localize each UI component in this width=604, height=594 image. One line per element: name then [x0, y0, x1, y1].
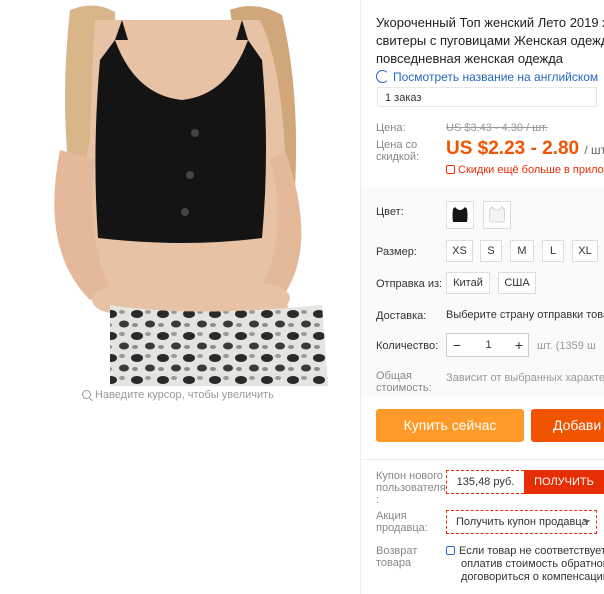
size-option-m[interactable]: M	[510, 240, 534, 262]
discount-price-value: US $2.23 - 2.80	[446, 138, 580, 159]
color-label: Цвет:	[376, 206, 404, 218]
size-option-xl[interactable]: XL	[572, 240, 598, 262]
product-title-line: повседневная женская одежда	[376, 51, 564, 66]
product-title-line: свитеры с пуговицами Женская одежда	[376, 33, 604, 48]
product-main-image[interactable]	[0, 0, 360, 386]
translate-link-text: Посмотреть название на английском	[393, 70, 599, 84]
price-unit: / шт.	[584, 143, 604, 157]
quantity-stepper: − 1 +	[446, 333, 529, 357]
buy-now-button[interactable]: Купить сейчас	[376, 409, 524, 442]
size-label: Размер:	[376, 246, 417, 258]
delivery-value[interactable]: Выберите страну отправки товар	[446, 309, 604, 321]
app-discount-text: Скидки ещё больше в прилож	[458, 164, 604, 176]
orders-count: 1 заказ	[377, 87, 597, 107]
divider	[361, 459, 604, 460]
color-option-white[interactable]	[483, 201, 511, 229]
product-title: Укороченный Топ женский Лето 2019 ж свит…	[376, 14, 604, 68]
color-option-black[interactable]	[446, 201, 474, 229]
original-price: US $3.43 - 4.30 / шт.	[446, 122, 548, 134]
stock-available: шт. (1359 ш	[537, 340, 596, 352]
app-discount-icon	[446, 165, 455, 174]
zoom-hint-text: Наведите курсор, чтобы увеличить	[95, 389, 274, 401]
app-discount-link[interactable]: Скидки ещё больше в прилож	[446, 164, 604, 176]
quantity-label: Количество:	[376, 340, 439, 352]
seller-promo-label: Акция продавца:	[376, 510, 428, 534]
add-to-cart-button[interactable]: Добави	[531, 409, 604, 442]
delivery-label: Доставка:	[376, 310, 427, 322]
translate-title-link[interactable]: Посмотреть название на английском	[376, 70, 598, 84]
product-title-line: Укороченный Топ женский Лето 2019 ж	[376, 15, 604, 30]
translate-icon	[376, 70, 389, 83]
quantity-increase-button[interactable]: +	[510, 334, 528, 356]
zoom-hint: Наведите курсор, чтобы увеличить	[82, 389, 274, 401]
returns-label: Возврат товара	[376, 545, 418, 569]
chevron-down-icon	[584, 520, 590, 524]
total-value: Зависит от выбранных характери	[446, 372, 604, 384]
size-option-s[interactable]: S	[480, 240, 502, 262]
seller-coupon-dropdown[interactable]: Получить купон продавца	[446, 510, 597, 534]
returns-policy: Если товар не соответствует о оплатив ст…	[446, 545, 604, 584]
price-label: Цена:	[376, 122, 406, 134]
size-option-l[interactable]: L	[542, 240, 564, 262]
quantity-input[interactable]: 1	[467, 334, 510, 356]
new-user-coupon-label: Купон нового пользователя :	[376, 470, 446, 506]
discount-price: US $2.23 - 2.80 / шт.	[446, 138, 604, 160]
discount-price-label: Цена со скидкой:	[376, 139, 420, 163]
returns-text-line: оплатив стоимость обратной	[461, 558, 604, 570]
ship-from-usa[interactable]: США	[498, 272, 536, 294]
new-user-coupon-value: 135,48 руб.	[446, 470, 524, 494]
get-coupon-button[interactable]: ПОЛУЧИТЬ	[524, 470, 604, 494]
returns-text-line: Если товар не соответствует о	[459, 545, 604, 557]
ship-from-china[interactable]: Китай	[446, 272, 490, 294]
quantity-decrease-button[interactable]: −	[447, 334, 467, 356]
magnifier-icon	[82, 390, 91, 399]
returns-text-line: договориться о компенсации	[461, 571, 604, 583]
shield-icon	[446, 546, 455, 555]
size-option-xs[interactable]: XS	[446, 240, 473, 262]
total-label: Общая стоимость:	[376, 370, 432, 394]
seller-coupon-text: Получить купон продавца	[456, 516, 588, 528]
ship-from-label: Отправка из:	[376, 278, 443, 290]
